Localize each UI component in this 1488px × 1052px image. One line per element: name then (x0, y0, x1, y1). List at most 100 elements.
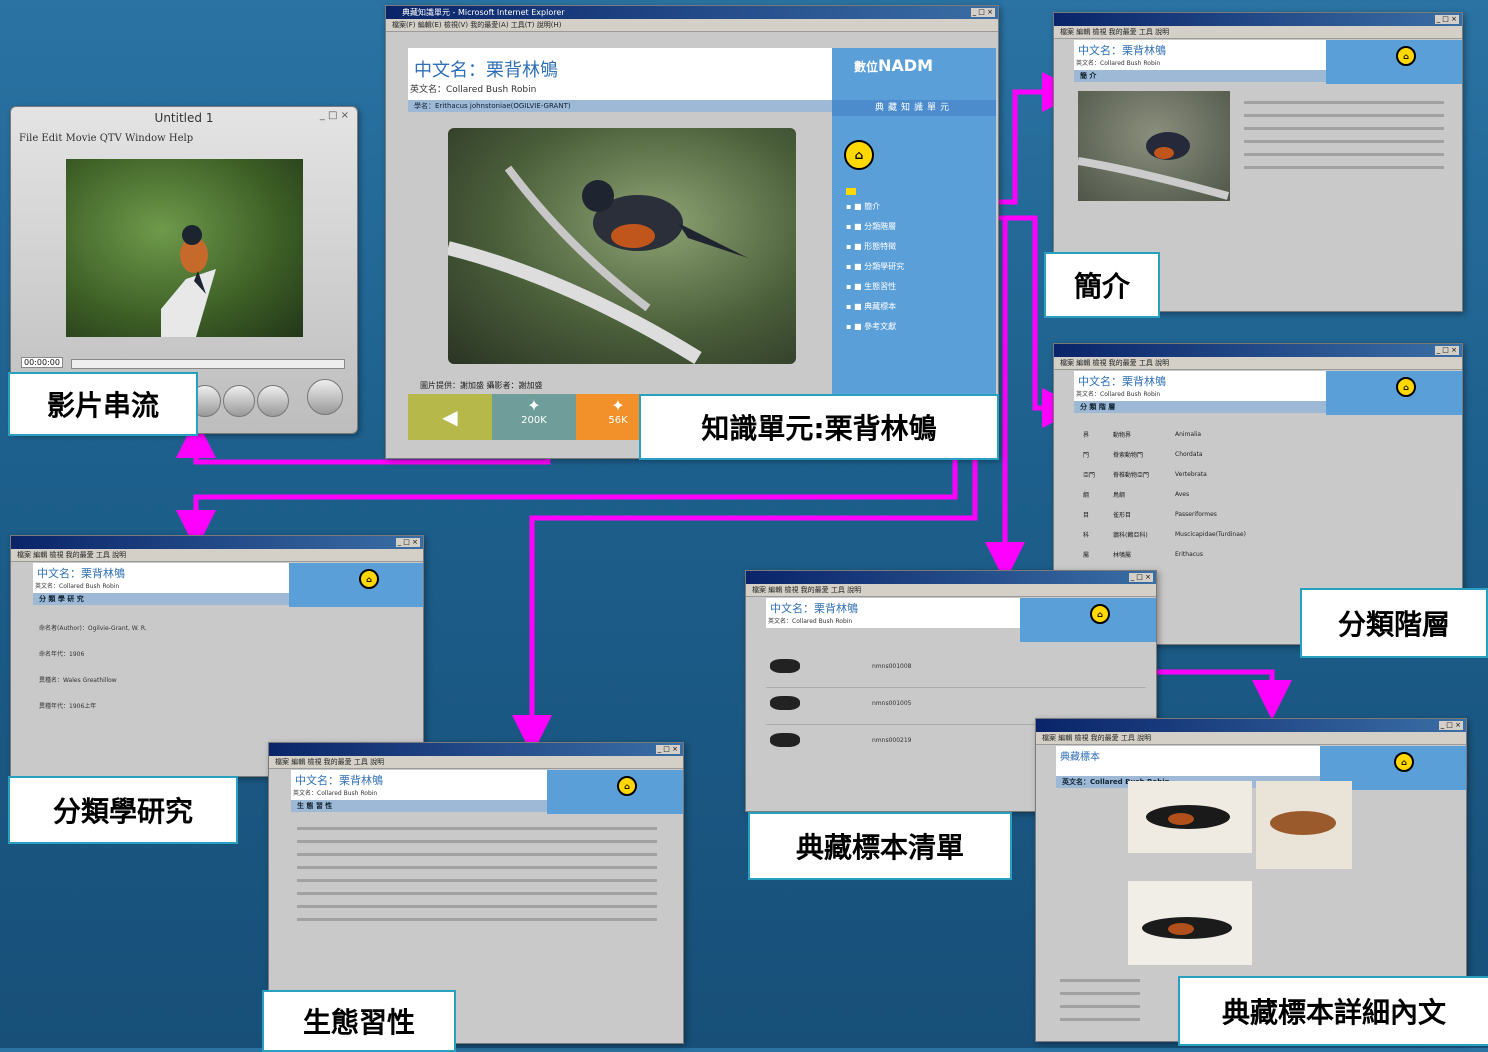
taxonomy-side-panel: ⌂ (289, 563, 423, 607)
window-controls[interactable]: _ □ × (1434, 15, 1459, 24)
specimen-detail-title: 典藏標本 (1060, 752, 1100, 763)
taxonomy-text: 命名者(Author)：Ogilvie-Grant, W. R. 命名年代：19… (39, 625, 147, 710)
player-menu[interactable]: File Edit Movie QTV Window Help (19, 133, 357, 144)
intro-side-panel: ⌂ (1326, 40, 1462, 84)
player-forward-button[interactable] (223, 385, 255, 417)
ecology-menubar[interactable]: 檔案 編輯 檢視 我的最愛 工具 說明 (269, 756, 683, 769)
specimen-detail-menubar[interactable]: 檔案 編輯 檢視 我的最愛 工具 說明 (1036, 732, 1466, 745)
label-intro: 簡介 (1044, 252, 1160, 318)
label-ecology: 生態習性 (262, 990, 456, 1052)
nav-item-morphology[interactable]: ▪ ■ 形態特徵 (846, 241, 904, 261)
taxonomy-cn-name: 中文名：栗背林鴝 (37, 567, 125, 580)
nav-item-references[interactable]: ▪ ■ 參考文獻 (846, 321, 904, 341)
player-volume-button[interactable] (307, 379, 343, 415)
home-button[interactable]: ⌂ (1396, 377, 1416, 397)
player-window-controls[interactable]: _ □ × (320, 110, 349, 121)
specimen-photo-2 (1256, 781, 1352, 869)
intro-cn-name: 中文名：栗背林鴝 (1078, 44, 1166, 57)
specimen-list-cn-name: 中文名：栗背林鴝 (770, 602, 858, 615)
intro-bird-photo (1078, 91, 1230, 201)
specimen-thumbnail (770, 733, 800, 747)
player-timecode: 00:00:00 (21, 357, 63, 368)
player-scrubber[interactable] (71, 359, 345, 369)
home-button[interactable]: ⌂ (617, 776, 637, 796)
intro-menubar[interactable]: 檔案 編輯 檢視 我的最愛 工具 說明 (1054, 26, 1462, 39)
nav-item-specimens[interactable]: ▪ ■ 典藏標本 (846, 301, 904, 321)
hierarchy-en-name: 英文名：Collared Bush Robin (1076, 391, 1161, 398)
nav-item-hierarchy[interactable]: ▪ ■ 分類階層 (846, 221, 904, 241)
label-knowledge: 知識單元:栗背林鴝 (639, 394, 999, 460)
window-controls[interactable]: _ □ × (395, 538, 420, 547)
main-bird-photo (448, 128, 796, 364)
label-specimen-list: 典藏標本清單 (748, 812, 1012, 880)
specimen-detail-fields (1060, 969, 1140, 1031)
home-button[interactable]: ⌂ (1396, 46, 1416, 66)
intro-text-lines (1244, 91, 1444, 179)
taxonomy-en-name: 英文名：Collared Bush Robin (35, 583, 120, 590)
arrow-specimen-detail (1155, 669, 1292, 720)
nav-item-taxonomy[interactable]: ▪ ■ 分類學研究 (846, 261, 904, 281)
player-title: Untitled 1 (154, 111, 214, 125)
specimen-detail-header: 典藏標本 (1056, 746, 1320, 776)
window-controls[interactable]: _ □ × (1128, 573, 1153, 582)
ecology-text-lines (297, 817, 657, 931)
main-photo-credit: 圖片提供：謝加盛 攝影者：謝加盛 (420, 381, 543, 390)
bird-photo-image (448, 165, 748, 364)
home-button[interactable]: ⌂ (844, 140, 874, 170)
window-controls[interactable]: _ □ × (970, 8, 995, 17)
player-video-frame (66, 159, 303, 337)
table-row: 綱鳥綱 Aves (1083, 490, 1190, 499)
specimen-list-menubar[interactable]: 檔案 編輯 檢視 我的最愛 工具 說明 (746, 584, 1156, 597)
label-hierarchy: 分類階層 (1300, 588, 1488, 658)
home-button[interactable]: ⌂ (1394, 752, 1414, 772)
player-end-button[interactable] (257, 385, 289, 417)
table-row: 界動物界 Animalia (1083, 430, 1202, 439)
label-taxonomy: 分類學研究 (8, 776, 238, 844)
taxonomy-menubar[interactable]: 檔案 編輯 檢視 我的最愛 工具 說明 (11, 549, 423, 562)
taxonomy-titlebar: _ □ × (11, 536, 423, 549)
ecology-section-bar: 生 態 習 性 (291, 800, 547, 812)
nav-item-intro[interactable]: ▪ ■ 簡介 (846, 201, 904, 221)
table-row: 亞門 脊椎動物亞門 Vertebrata (1083, 470, 1207, 479)
main-titlebar: 典藏知識單元 - Microsoft Internet Explorer _ □… (386, 6, 998, 19)
ecology-en-name: 英文名：Collared Bush Robin (293, 790, 378, 797)
table-row: 門脊索動物門 Chordata (1083, 450, 1203, 459)
specimen-list-header: 中文名：栗背林鴝 英文名：Collared Bush Robin (766, 598, 1020, 628)
taxonomy-section-bar: 分 類 學 研 究 (33, 593, 289, 605)
bird-video-image (161, 225, 216, 337)
taxonomy-header: 中文名：栗背林鴝 英文名：Collared Bush Robin (33, 563, 289, 593)
hierarchy-table: 界動物界 Animalia 門脊索動物門 Chordata 亞門 脊椎動物亞門 Vert… (1082, 424, 1247, 564)
hierarchy-section-bar: 分 類 階 層 (1074, 401, 1326, 413)
intro-titlebar: _ □ × (1054, 13, 1462, 26)
table-row: 目雀形目 Passeriformes (1083, 510, 1217, 519)
specimen-detail-titlebar: _ □ × (1036, 719, 1466, 732)
main-browser-window: 典藏知識單元 - Microsoft Internet Explorer _ □… (385, 5, 999, 459)
specimen-list-en-name: 英文名：Collared Bush Robin (768, 618, 853, 625)
nav-item-ecology[interactable]: ▪ ■ 生態習性 (846, 281, 904, 301)
home-button[interactable]: ⌂ (359, 569, 379, 589)
specimen-thumbnail (770, 659, 800, 673)
hierarchy-cn-name: 中文名：栗背林鴝 (1078, 375, 1166, 388)
label-specimen-detail: 典藏標本詳細內文 (1178, 976, 1488, 1046)
main-page-header: 中文名：栗背林鴝 英文名：Collared Bush Robin (408, 48, 832, 100)
hierarchy-header: 中文名：栗背林鴝 英文名：Collared Bush Robin (1074, 371, 1326, 401)
table-row[interactable]: nmns001008 (766, 651, 1146, 688)
home-button[interactable]: ⌂ (1090, 604, 1110, 624)
label-video: 影片串流 (8, 372, 198, 436)
ecology-titlebar: _ □ × (269, 743, 683, 756)
intro-header: 中文名：栗背林鴝 英文名：Collared Bush Robin (1074, 40, 1326, 70)
hierarchy-menubar[interactable]: 檔案 編輯 檢視 我的最愛 工具 說明 (1054, 357, 1462, 370)
specimen-list-titlebar: _ □ × (746, 571, 1156, 584)
main-cn-name: 中文名：栗背林鴝 (414, 60, 558, 81)
window-controls[interactable]: _ □ × (655, 745, 680, 754)
window-controls[interactable]: _ □ × (1438, 721, 1463, 730)
specimen-list-side-panel: ⌂ (1020, 598, 1156, 642)
specimen-thumbnail (770, 696, 800, 710)
window-controls[interactable]: _ □ × (1434, 346, 1459, 355)
main-sci-name-bar: 學名：Erithacus johnstoniae(OGILVIE-GRANT) (408, 100, 838, 112)
main-en-name: 英文名：Collared Bush Robin (410, 85, 537, 95)
stream-200k-button[interactable]: ✦ 200K (492, 394, 576, 440)
audio-button[interactable]: ◀ (408, 394, 492, 440)
specimen-photo-1 (1128, 781, 1252, 853)
main-menubar[interactable]: 檔案(F) 編輯(E) 檢視(V) 我的最愛(A) 工具(T) 說明(H) (386, 19, 998, 32)
